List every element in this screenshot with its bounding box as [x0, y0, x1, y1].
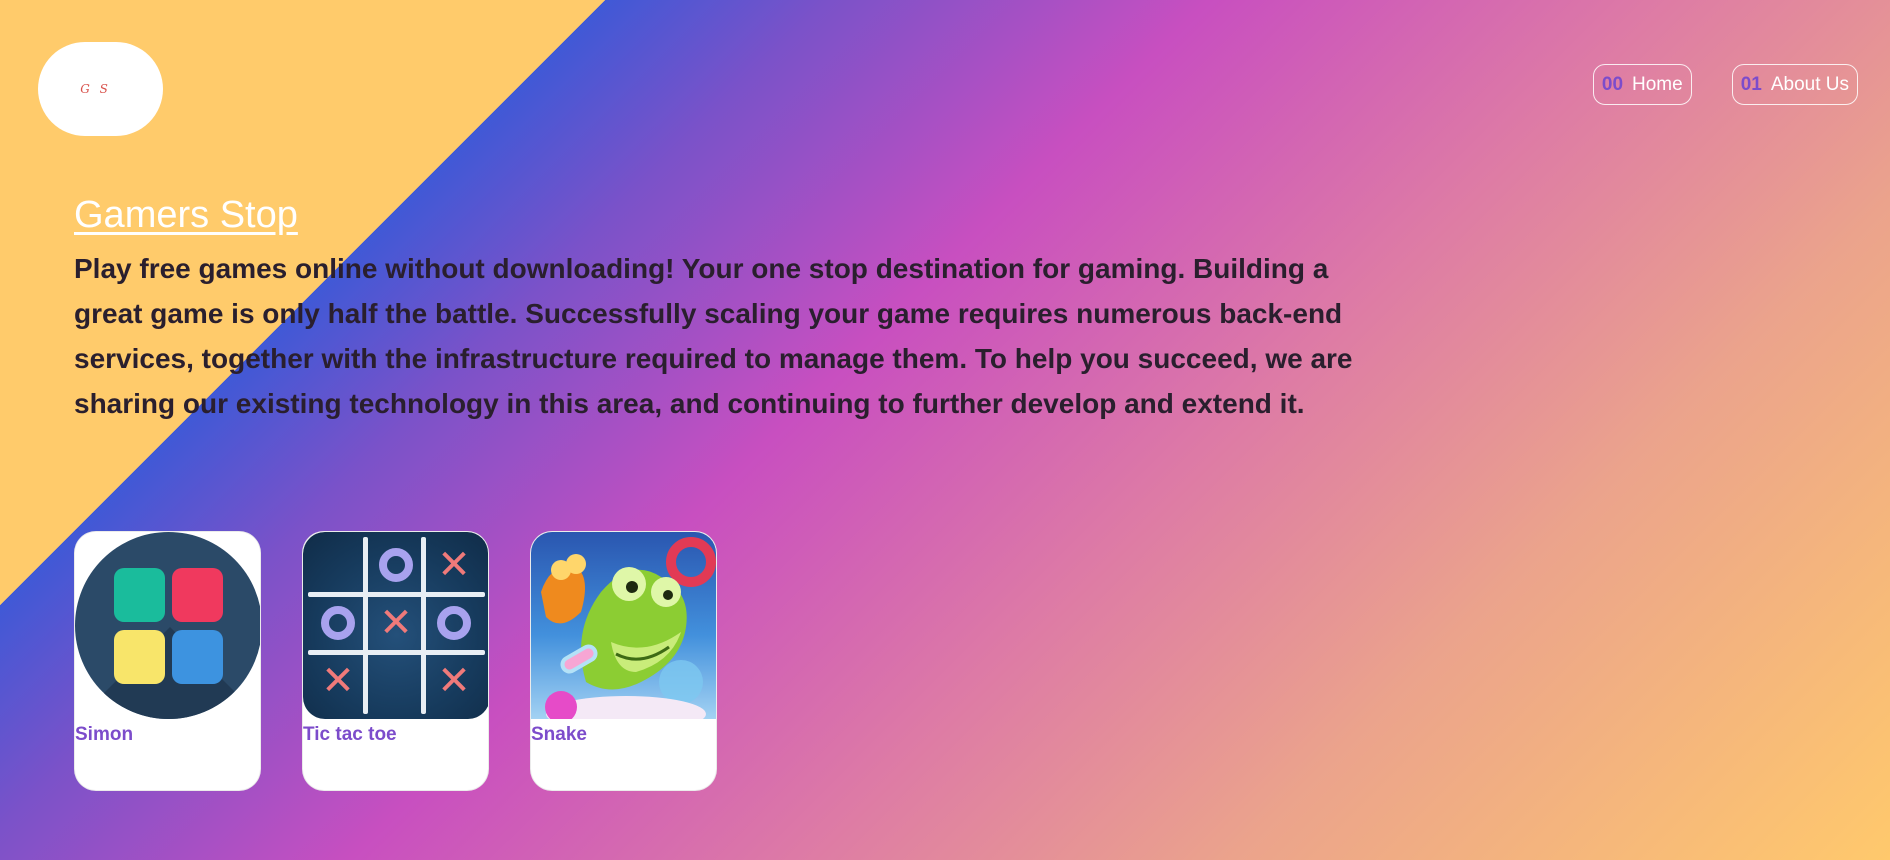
nav-about-link[interactable]: 01 About Us: [1731, 64, 1858, 105]
game-card-snake[interactable]: Snake: [530, 531, 717, 791]
main-nav: 00 Home 01 About Us: [1592, 64, 1858, 105]
snake-character-art: [541, 537, 716, 719]
nav-home-link[interactable]: 00 Home: [1592, 64, 1692, 105]
nav-home-label: Home: [1632, 73, 1683, 95]
nav-about-number: 01: [1740, 73, 1762, 95]
hero-section: Gamers Stop Play free games online witho…: [74, 192, 1404, 426]
nav-about-label: About Us: [1770, 73, 1849, 95]
tic-tac-toe-icon[interactable]: ✕ ✕ ✕ ✕: [303, 532, 488, 719]
page-title: Gamers Stop: [74, 194, 298, 236]
game-card-tic-tac-toe[interactable]: ✕ ✕ ✕ ✕ Tic tac toe: [302, 531, 489, 791]
game-title-snake[interactable]: Snake: [531, 724, 716, 746]
game-list: Simon ✕ ✕ ✕ ✕ Tic tac toe Snake: [74, 531, 717, 791]
snake-game-artwork[interactable]: [531, 532, 716, 719]
game-title-simon[interactable]: Simon: [75, 724, 260, 746]
hero-description: Play free games online without downloadi…: [74, 253, 1353, 419]
logo-text: G S: [80, 82, 111, 96]
game-card-simon[interactable]: Simon: [74, 531, 261, 791]
nav-home-number: 00: [1601, 73, 1624, 95]
site-logo[interactable]: G S: [38, 42, 163, 136]
simon-icon[interactable]: [75, 532, 260, 719]
game-title-tic-tac-toe[interactable]: Tic tac toe: [303, 724, 488, 746]
